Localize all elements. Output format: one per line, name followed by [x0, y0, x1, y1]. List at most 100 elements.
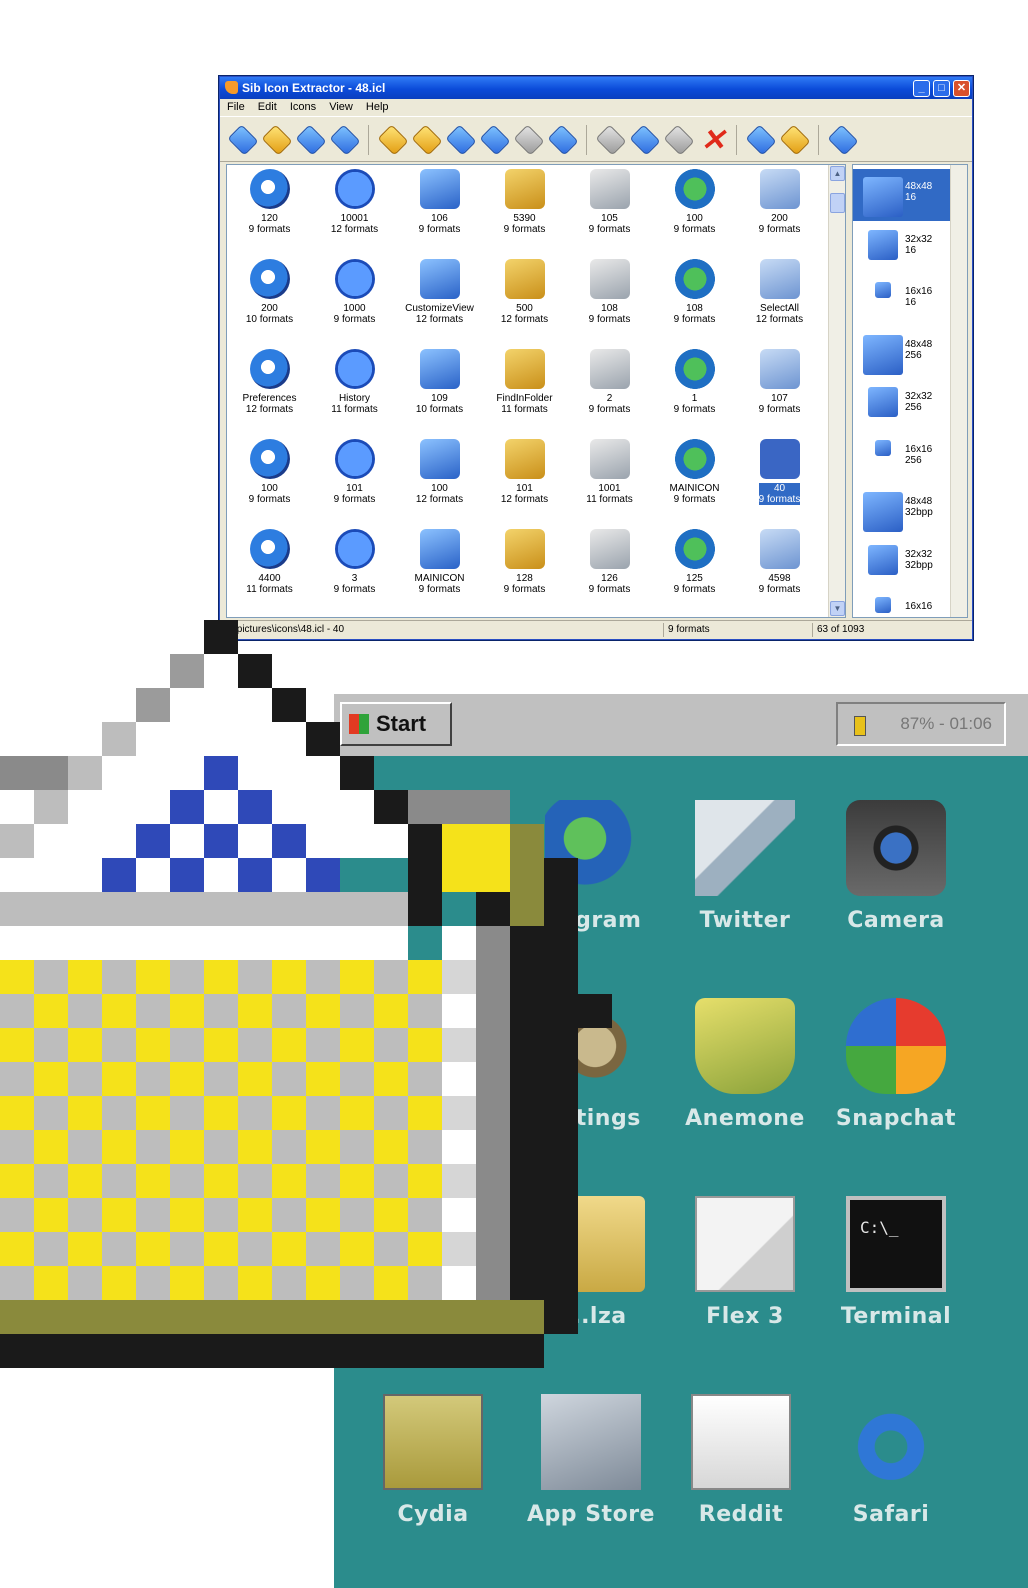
browse-button[interactable] — [445, 124, 477, 156]
scroll-up-arrow-icon[interactable]: ▲ — [830, 166, 845, 181]
pixel — [0, 892, 408, 926]
icon-list-item[interactable]: 125 9 formats — [652, 525, 737, 615]
icon-thumbnail-icon — [334, 439, 375, 479]
app-safari[interactable]: Safari — [806, 1394, 976, 1527]
icon-list-item[interactable]: CustomizeView 12 formats — [397, 255, 482, 345]
format-list-item[interactable]: 32x32 16 — [853, 222, 951, 274]
icon-list-item[interactable]: MAINICON 9 formats — [397, 525, 482, 615]
cut-button[interactable] — [595, 124, 627, 156]
windows-button[interactable] — [779, 124, 811, 156]
icon-caption: 4598 9 formats — [737, 573, 822, 595]
menu-edit[interactable]: Edit — [258, 101, 277, 113]
extract-button[interactable] — [629, 124, 661, 156]
icon-list-item[interactable]: 107 9 formats — [737, 345, 822, 435]
icon-list-item[interactable]: 120 9 formats — [227, 165, 312, 255]
icon-list-item[interactable]: 4400 11 formats — [227, 525, 312, 615]
icon-list-item[interactable]: 40 9 formats — [737, 435, 822, 525]
open-folder-button[interactable] — [377, 124, 409, 156]
icon-list-item[interactable]: 109 10 formats — [397, 345, 482, 435]
icon-list-item[interactable]: 105 9 formats — [567, 165, 652, 255]
icon-list-item[interactable]: 101 9 formats — [312, 435, 397, 525]
app-snapchat[interactable]: Snapchat — [811, 998, 981, 1131]
app-twitter[interactable]: Twitter — [660, 800, 830, 933]
delete-button[interactable]: ✕ — [698, 125, 728, 156]
icon-list-item[interactable]: 4598 9 formats — [737, 525, 822, 615]
icon-list-pane[interactable]: 120 9 formats 10001 12 formats 106 9 formats 5… — [226, 164, 846, 618]
icon-list-item[interactable]: 108 9 formats — [652, 255, 737, 345]
icon-list-item[interactable]: MAINICON 9 formats — [652, 435, 737, 525]
format-list-item[interactable]: 16x16 256 — [853, 432, 951, 484]
first-icon-button[interactable] — [227, 124, 259, 156]
pixel — [102, 1062, 136, 1096]
icon-list-item[interactable]: 29 formats — [567, 345, 652, 435]
last-icon-button[interactable] — [329, 124, 361, 156]
icon-list-item[interactable]: 200 9 formats — [737, 165, 822, 255]
menu-help[interactable]: Help — [366, 101, 389, 113]
copy-button[interactable] — [513, 124, 545, 156]
icon-list-item[interactable]: 10001 12 formats — [312, 165, 397, 255]
app-terminal[interactable]: C:\_ Terminal — [811, 1196, 981, 1329]
format-preview-pane[interactable]: 48x48 16 32x32 16 16x16 16 48x48 256 32x32 256 16x… — [852, 164, 968, 618]
icon-list-item[interactable]: History 11 formats — [312, 345, 397, 435]
pixel — [170, 1096, 204, 1130]
icon-list-item[interactable]: 126 9 formats — [567, 525, 652, 615]
format-list-item[interactable]: 32x32 256 — [853, 379, 951, 431]
icon-thumbnail-icon — [334, 259, 375, 299]
next-icon-button[interactable] — [295, 124, 327, 156]
icon-list-item[interactable]: 100 9 formats — [227, 435, 312, 525]
find-button[interactable] — [479, 124, 511, 156]
format-list-item[interactable]: 16x16 16 — [853, 274, 951, 326]
icon-list-item[interactable]: FindInFolder 11 formats — [482, 345, 567, 435]
icon-caption: 120 9 formats — [227, 213, 312, 235]
close-button[interactable]: ✕ — [953, 80, 970, 97]
scroll-thumb[interactable] — [830, 193, 845, 213]
previous-icon-button[interactable] — [261, 124, 293, 156]
pixel — [34, 960, 68, 994]
icon-list-scrollbar[interactable]: ▲ ▼ — [828, 165, 845, 617]
icon-list-item[interactable]: Preferences 12 formats — [227, 345, 312, 435]
icon-list-item[interactable]: 100 12 formats — [397, 435, 482, 525]
icon-list-item[interactable]: 100 9 formats — [652, 165, 737, 255]
icon-list-item[interactable]: 101 12 formats — [482, 435, 567, 525]
format-list-item[interactable]: 48x48 32bpp — [853, 484, 951, 536]
menu-view[interactable]: View — [329, 101, 353, 113]
icon-list-item[interactable]: 39 formats — [312, 525, 397, 615]
pixel — [306, 1198, 340, 1232]
icon-list-item[interactable]: 1000 9 formats — [312, 255, 397, 345]
format-list-scrollbar[interactable] — [950, 165, 967, 617]
icon-list-item[interactable]: 500 12 formats — [482, 255, 567, 345]
pixel-folder-icon — [0, 620, 612, 1368]
icon-caption: 1000 9 formats — [312, 303, 397, 325]
app-flex-3[interactable]: Flex 3 — [660, 1196, 830, 1329]
minimize-button[interactable]: _ — [913, 80, 930, 97]
icon-list-item[interactable]: 1001 11 formats — [567, 435, 652, 525]
options-dropdown-button[interactable] — [827, 124, 859, 156]
app-cydia[interactable]: Cydia — [348, 1394, 518, 1527]
icon-list-item[interactable]: 128 9 formats — [482, 525, 567, 615]
app-app-store[interactable]: App Store — [506, 1394, 676, 1527]
format-list-item[interactable]: 48x48 256 — [853, 327, 951, 379]
icon-list-item[interactable]: 200 10 formats — [227, 255, 312, 345]
icon-list-item[interactable]: 19 formats — [652, 345, 737, 435]
app-anemone[interactable]: Anemone — [660, 998, 830, 1131]
icon-list-item[interactable]: 5390 9 formats — [482, 165, 567, 255]
icon-list-item[interactable]: 108 9 formats — [567, 255, 652, 345]
icon-list-item[interactable]: 106 9 formats — [397, 165, 482, 255]
app-reddit[interactable]: Reddit — [656, 1394, 826, 1527]
app-camera[interactable]: Camera — [811, 800, 981, 933]
scroll-down-arrow-icon[interactable]: ▼ — [830, 601, 845, 616]
save-button[interactable] — [663, 124, 695, 156]
format-list-item[interactable]: 32x32 32bpp — [853, 537, 951, 589]
maximize-button[interactable]: □ — [933, 80, 950, 97]
pixel — [136, 1062, 170, 1096]
menu-file[interactable]: File — [227, 101, 245, 113]
icon-list-item[interactable]: SelectAll 12 formats — [737, 255, 822, 345]
icon-format-count: 9 formats — [333, 314, 376, 325]
tools-button[interactable] — [547, 124, 579, 156]
icon-thumbnail-icon — [504, 529, 545, 569]
menu-icons[interactable]: Icons — [290, 101, 316, 113]
format-list-item[interactable]: 48x48 16 — [853, 169, 951, 221]
back-folder-button[interactable] — [411, 124, 443, 156]
window-title-bar[interactable]: Sib Icon Extractor - 48.icl _ □ ✕ — [220, 77, 972, 99]
export-button[interactable] — [745, 124, 777, 156]
